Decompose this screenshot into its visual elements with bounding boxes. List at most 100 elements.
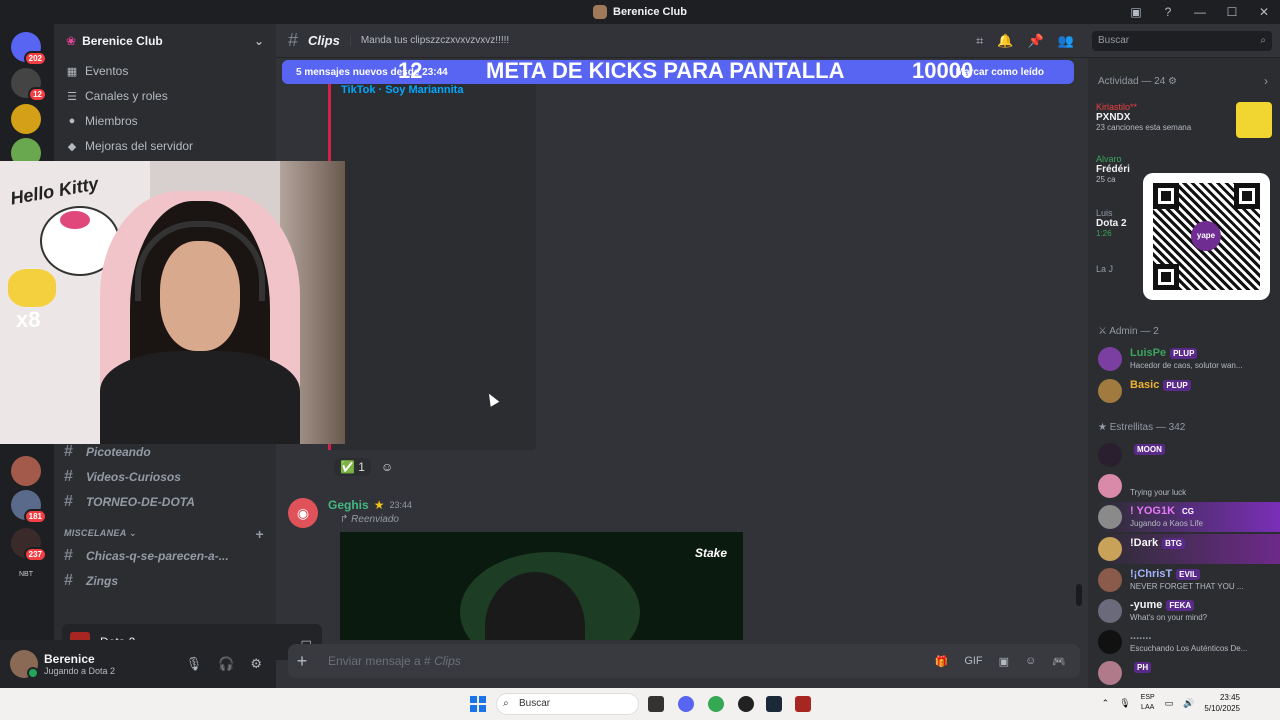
server-icon[interactable]	[11, 456, 41, 486]
nav-server-boost[interactable]: ◆ Mejoras del servidor	[54, 133, 276, 158]
unread-badge: 181	[23, 509, 47, 524]
taskbar: ⌕ Buscar ⌃ 🎙 ESP LAA ▭ 🔊 23:45 5/10/2025	[0, 688, 1280, 720]
threads-icon[interactable]: ⌗	[976, 33, 983, 49]
inbox-icon[interactable]: ▣	[1120, 5, 1152, 19]
nav-members[interactable]: ● Miembros	[54, 108, 276, 133]
member-row[interactable]: LuisPe PLUP Hacedor de caos, solutor wan.…	[1096, 344, 1280, 374]
message-author[interactable]: Geghis	[328, 498, 369, 512]
user-panel: Berenice Jugando a Dota 2 🎙 🎧 ⚙	[0, 640, 276, 688]
member-row[interactable]: Basic PLUP	[1096, 376, 1280, 406]
goal-target: 10000	[912, 58, 974, 83]
server-header[interactable]: ❀ Berenice Club ⌄	[54, 24, 276, 58]
server-icon[interactable]: 12	[11, 68, 47, 102]
microphone-icon[interactable]: 🎙	[1119, 698, 1130, 709]
hash-icon: #	[64, 468, 73, 485]
language-indicator[interactable]: ESP LAA	[1141, 693, 1155, 713]
reaction-check[interactable]: ✅ 1	[334, 458, 371, 476]
obs-icon[interactable]	[738, 696, 754, 712]
multiplier-text: x8	[16, 307, 41, 332]
windows-start-icon[interactable]	[470, 696, 486, 712]
nav-channels-roles[interactable]: ☰ Canales y roles	[54, 83, 276, 108]
member-row[interactable]: !Dark BTG	[1096, 534, 1280, 564]
role-header-admin: ⚔ Admin — 2	[1098, 326, 1159, 337]
category-miscelanea[interactable]: MISCELANEA ⌄ +	[64, 526, 264, 542]
add-channel-icon[interactable]: +	[256, 526, 264, 542]
server-icon[interactable]: 181	[11, 490, 47, 524]
volume-icon[interactable]: 🔊	[1183, 698, 1194, 709]
microphone-icon[interactable]: 🎙	[186, 656, 203, 672]
hash-icon: #	[64, 547, 73, 564]
channel-zings[interactable]: # Zings	[64, 569, 118, 593]
scrollbar[interactable]	[1076, 584, 1082, 606]
channel-videos-curiosos[interactable]: # Videos-Curiosos	[64, 465, 181, 489]
embed-author[interactable]: TikTok · Soy Mariannita	[331, 84, 536, 96]
username: Berenice	[44, 652, 95, 666]
message-composer[interactable]: + Enviar mensaje a # Clips 🎁 GIF ▣ ☺ 🎮	[288, 644, 1080, 678]
search-icon: ⌕	[503, 698, 509, 709]
member-row[interactable]: PH	[1096, 658, 1280, 688]
channel-torneo-de-dota[interactable]: # TORNEO-DE-DOTA	[64, 490, 195, 514]
nav-events[interactable]: ▦ Eventos	[54, 58, 276, 83]
member-row[interactable]: Trying your luck	[1096, 471, 1280, 501]
chevron-right-icon[interactable]: ›	[1264, 74, 1268, 88]
sticker-icon[interactable]: ▣	[999, 655, 1009, 668]
minimize-button[interactable]: —	[1184, 5, 1216, 19]
emoji-icon[interactable]: ☺	[1025, 655, 1036, 668]
avatar	[1098, 537, 1122, 561]
bell-icon[interactable]: 🔔	[997, 33, 1013, 49]
members-list-icon[interactable]: 👥	[1058, 33, 1074, 49]
gift-icon[interactable]: 🎁	[935, 655, 949, 668]
discord-avatar-icon[interactable]: ◉	[288, 498, 318, 528]
clock[interactable]: 23:45 5/10/2025	[1204, 692, 1240, 714]
avatar	[1098, 661, 1122, 685]
server-icon-nbt[interactable]: NBT	[11, 560, 41, 590]
member-row[interactable]: ....... Escuchando Los Auténticos De...	[1096, 627, 1280, 657]
chick-sticker	[8, 269, 56, 307]
message-time: 23:44	[389, 500, 412, 510]
hash-icon: #	[64, 443, 73, 460]
steam-icon[interactable]	[766, 696, 782, 712]
member-row[interactable]: !¡ChrisT EVIL NEVER FORGET THAT YOU ...	[1096, 565, 1280, 595]
discord-icon[interactable]	[678, 696, 694, 712]
activity-header[interactable]: Actividad — 24 ⚙ ›	[1088, 70, 1280, 92]
list-icon: ☰	[67, 90, 77, 103]
avatar	[1098, 379, 1122, 403]
server-icon[interactable]	[11, 104, 41, 134]
plus-icon[interactable]: +	[288, 651, 316, 672]
hash-icon: #	[64, 493, 73, 510]
server-icon[interactable]: 237	[11, 528, 47, 562]
avatar[interactable]	[10, 650, 39, 679]
member-row[interactable]: ! YOG1K CG Jugando a Kaos Life	[1096, 502, 1280, 532]
member-row[interactable]: MOON	[1096, 440, 1280, 470]
dota-icon[interactable]	[795, 696, 811, 712]
title-bar: Berenice Club ▣ ? — ☐ ✕	[0, 0, 1280, 24]
search-icon: ⌕	[1260, 35, 1266, 46]
member-row[interactable]: -yume FEKA What's on your mind?	[1096, 596, 1280, 626]
channel-chicas[interactable]: # Chicas-q-se-parecen-a-...	[64, 544, 229, 568]
avatar	[1098, 474, 1122, 498]
search-input[interactable]: Buscar ⌕	[1092, 31, 1272, 51]
close-button[interactable]: ✕	[1248, 5, 1280, 19]
headphones-icon[interactable]: 🎧	[218, 656, 234, 672]
members-icon: ●	[68, 114, 76, 127]
gear-icon[interactable]: ⚙	[250, 656, 262, 672]
help-icon[interactable]: ?	[1152, 5, 1184, 19]
video-attachment[interactable]: Stake	[340, 532, 743, 640]
unread-badge: 12	[28, 87, 47, 102]
taskbar-search[interactable]: ⌕ Buscar	[496, 693, 639, 715]
task-view-icon[interactable]	[648, 696, 664, 712]
pin-icon[interactable]: 📌	[1028, 33, 1044, 49]
forwarded-label: ↱ Reenviado	[340, 514, 399, 525]
avatar	[1098, 347, 1122, 371]
add-reaction-icon[interactable]: ☺	[381, 460, 393, 474]
activity-card[interactable]: Kirlastilo** PXNDX 23 canciones esta sem…	[1096, 102, 1272, 138]
maximize-button[interactable]: ☐	[1216, 5, 1248, 19]
channel-topic: Manda tus clipszzczxvxvzvxvz!!!!!	[349, 35, 509, 46]
apps-icon[interactable]: 🎮	[1052, 655, 1066, 668]
chrome-icon[interactable]	[708, 696, 724, 712]
network-icon[interactable]: ▭	[1165, 698, 1174, 709]
chevron-up-icon[interactable]: ⌃	[1102, 698, 1110, 709]
gif-icon[interactable]: GIF	[964, 655, 982, 668]
home-button[interactable]: 202	[11, 32, 47, 66]
tiktok-embed[interactable]: TikTok · Soy Mariannita	[328, 84, 536, 450]
